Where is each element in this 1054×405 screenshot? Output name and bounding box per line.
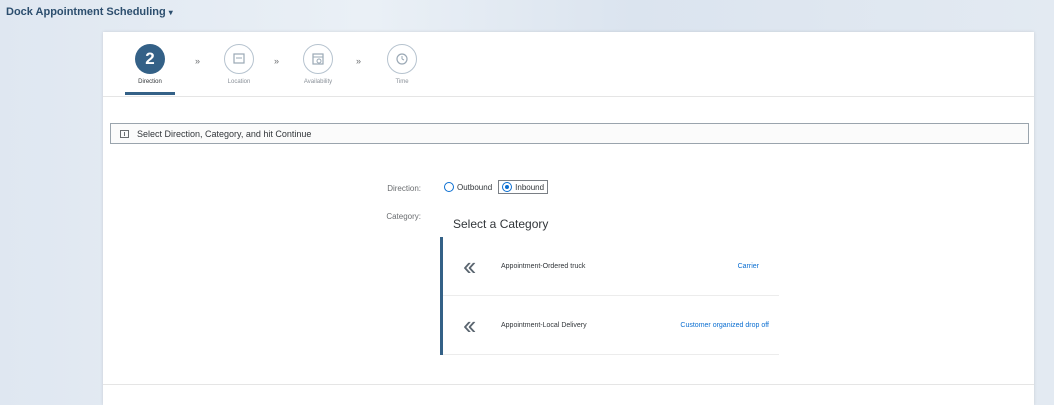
step-number-badge: 2 xyxy=(135,44,165,74)
step-label: Time xyxy=(395,79,409,85)
wizard-step-location[interactable]: Location xyxy=(207,44,271,85)
info-icon xyxy=(120,129,129,138)
step-separator-icon: » xyxy=(195,56,200,66)
step-label: Location xyxy=(227,79,251,85)
radio-selected-icon xyxy=(502,182,513,192)
double-chevron-left-icon: ‹‹ xyxy=(463,309,476,340)
step-number: 2 xyxy=(145,49,155,68)
category-item-name: Appointment-Ordered truck xyxy=(501,262,586,270)
step-separator-icon: » xyxy=(356,56,361,66)
category-item-subtitle: Carrier xyxy=(737,262,759,270)
location-icon xyxy=(224,44,254,74)
category-label: Category: xyxy=(386,212,421,221)
active-step-indicator xyxy=(125,92,175,95)
chevron-down-icon: ▾ xyxy=(168,7,173,17)
wizard-step-time[interactable]: Time xyxy=(370,44,434,85)
category-item-ordered-truck[interactable]: ‹‹ Appointment-Ordered truck Carrier xyxy=(443,237,779,296)
radio-outbound[interactable]: Outbound xyxy=(444,182,492,192)
radio-inbound[interactable]: Inbound xyxy=(498,180,549,194)
app-title: Dock Appointment Scheduling xyxy=(6,6,166,18)
category-item-name: Appointment-Local Delivery xyxy=(501,321,587,329)
wizard-step-availability[interactable]: Availability xyxy=(286,44,350,85)
app-title-menu[interactable]: Dock Appointment Scheduling ▾ xyxy=(6,6,173,18)
radio-label: Outbound xyxy=(457,182,493,192)
radio-circle-icon xyxy=(444,182,454,192)
double-chevron-left-icon: ‹‹ xyxy=(463,250,476,281)
step-label: Direction xyxy=(138,79,162,85)
shell-bar: Dock Appointment Scheduling ▾ xyxy=(0,0,1054,24)
wizard-step-direction[interactable]: 2 Direction xyxy=(118,44,182,85)
wizard-progress-bar: 2 Direction » Location » Availability » … xyxy=(103,32,1034,97)
category-title: Select a Category xyxy=(453,217,549,231)
step-separator-icon: » xyxy=(274,56,279,66)
category-item-local-delivery[interactable]: ‹‹ Appointment-Local Delivery Customer o… xyxy=(443,296,779,355)
radio-label: Inbound xyxy=(515,182,545,192)
instruction-text: Select Direction, Category, and hit Cont… xyxy=(137,128,312,139)
direction-label: Direction: xyxy=(387,184,421,193)
wizard-card: 2 Direction » Location » Availability » … xyxy=(103,32,1034,405)
step-label: Availability xyxy=(303,79,333,85)
instruction-strip: Select Direction, Category, and hit Cont… xyxy=(110,123,1029,144)
clock-icon xyxy=(387,44,417,74)
category-list: ‹‹ Appointment-Ordered truck Carrier ‹‹ … xyxy=(440,237,779,355)
footer-divider xyxy=(103,384,1034,385)
direction-radio-group: Outbound Inbound xyxy=(444,180,554,194)
category-item-subtitle: Customer organized drop off xyxy=(680,321,769,329)
calendar-icon xyxy=(303,44,333,74)
